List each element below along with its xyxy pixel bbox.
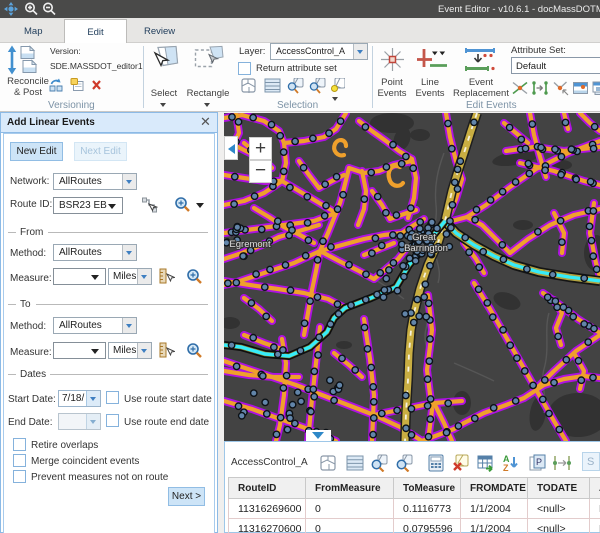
svg-text:Great: Great [412, 232, 436, 243]
svg-text:P: P [536, 457, 542, 467]
svg-text:Egremont: Egremont [229, 239, 271, 250]
svg-text:Z: Z [503, 463, 509, 472]
svg-text:Barrington: Barrington [404, 243, 448, 254]
